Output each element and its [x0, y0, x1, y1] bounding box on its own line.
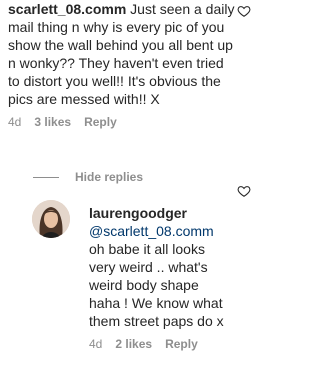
comment-time[interactable]: 4d: [89, 336, 102, 352]
reply-button[interactable]: Reply: [84, 114, 117, 130]
comment-text: oh babe it all looks very weird .. what'…: [89, 241, 224, 329]
comment-scarlett: scarlett_08.comm Just seen a daily mail …: [8, 0, 236, 130]
comment-mention[interactable]: @scarlett_08.comm: [89, 223, 214, 239]
replies-divider-line: [33, 176, 59, 178]
comment-meta: 4d 3 likes Reply: [8, 114, 236, 130]
comment-meta: 4d 2 likes Reply: [89, 336, 231, 352]
comment-likes[interactable]: 2 likes: [115, 336, 152, 352]
avatar[interactable]: [32, 200, 70, 238]
reply-button[interactable]: Reply: [165, 336, 198, 352]
comment-username[interactable]: laurengoodger: [89, 205, 187, 221]
comment-time[interactable]: 4d: [8, 114, 21, 130]
comment-likes[interactable]: 3 likes: [34, 114, 71, 130]
comment-laurengoodger: laurengoodger @scarlett_08.comm oh babe i…: [89, 204, 231, 352]
hide-replies-toggle[interactable]: Hide replies: [33, 170, 143, 184]
comment-body: laurengoodger @scarlett_08.comm oh babe i…: [89, 204, 231, 330]
avatar-image: [32, 200, 70, 238]
comment-username[interactable]: scarlett_08.comm: [8, 1, 126, 17]
hide-replies-label[interactable]: Hide replies: [75, 170, 143, 184]
heart-icon[interactable]: [237, 4, 251, 18]
comment-body: scarlett_08.comm Just seen a daily mail …: [8, 0, 236, 108]
heart-icon[interactable]: [237, 184, 251, 198]
